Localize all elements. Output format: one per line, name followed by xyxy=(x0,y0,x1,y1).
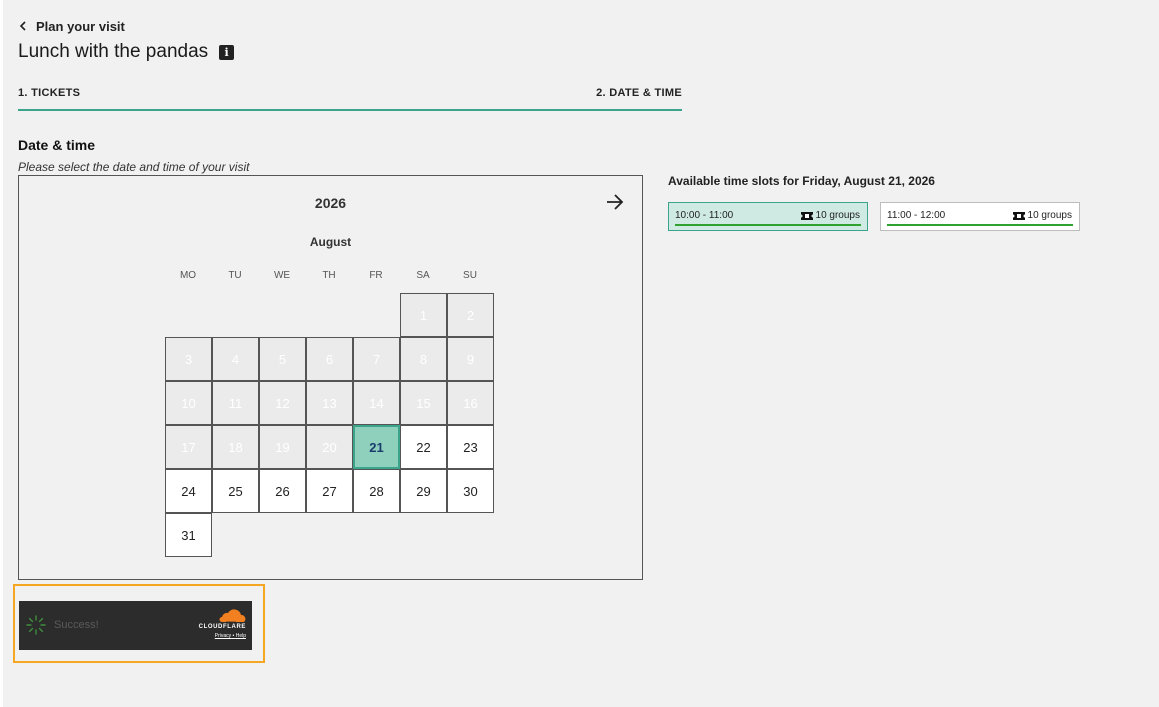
step-tickets[interactable]: 1. TICKETS xyxy=(18,87,80,99)
calendar-day: 15 xyxy=(400,381,447,425)
arrow-right-icon[interactable] xyxy=(605,193,625,211)
cloudflare-logo: CLOUDFLARE Privacy • Help xyxy=(186,608,246,639)
calendar-day: 4 xyxy=(212,337,259,381)
calendar-day: 2 xyxy=(447,293,494,337)
calendar-day: 7 xyxy=(353,337,400,381)
time-slots-title: Available time slots for Friday, August … xyxy=(668,174,935,188)
page-title: Lunch with the pandas xyxy=(18,41,209,62)
calendar-day: 14 xyxy=(353,381,400,425)
time-slot[interactable]: 11:00 - 12:00 10 groups xyxy=(880,202,1080,231)
ticket-icon xyxy=(1012,211,1025,220)
privacy-link[interactable]: Privacy xyxy=(215,633,231,639)
slot-groups: 10 groups xyxy=(1027,210,1072,221)
weekday-label: TH xyxy=(322,270,336,281)
calendar-day: 18 xyxy=(212,425,259,469)
calendar-day: 11 xyxy=(212,381,259,425)
captcha-status: Success! xyxy=(54,619,99,631)
weekday-label: WE xyxy=(273,270,291,281)
spinner-icon xyxy=(26,615,46,635)
calendar-month: August xyxy=(309,235,352,249)
calendar: 2026 August MO TU WE TH FR SA SU 1 2 3 4 5 6 7 8 9 10 11… xyxy=(18,175,643,580)
calendar-day[interactable]: 29 xyxy=(400,469,447,513)
calendar-day[interactable]: 22 xyxy=(400,425,447,469)
weekday-label: MO xyxy=(179,270,197,281)
captcha-links: Privacy • Help xyxy=(186,633,246,639)
step-date-time[interactable]: 2. DATE & TIME xyxy=(596,87,682,99)
calendar-day[interactable]: 25 xyxy=(212,469,259,513)
calendar-day-selected[interactable]: 21 xyxy=(353,425,400,469)
back-link[interactable]: Plan your visit xyxy=(18,17,125,35)
calendar-day[interactable]: 23 xyxy=(447,425,494,469)
calendar-day: 8 xyxy=(400,337,447,381)
weekday-label: SA xyxy=(416,270,430,281)
calendar-day: 1 xyxy=(400,293,447,337)
slot-groups: 10 groups xyxy=(815,210,860,221)
back-label: Plan your visit xyxy=(36,18,125,34)
slot-time: 11:00 - 12:00 xyxy=(887,210,946,221)
calendar-day: 6 xyxy=(306,337,353,381)
time-slot[interactable]: 10:00 - 11:00 10 groups xyxy=(668,202,868,231)
cloudflare-brand: CLOUDFLARE xyxy=(198,624,246,630)
calendar-day: 13 xyxy=(306,381,353,425)
info-icon[interactable]: i xyxy=(219,44,235,60)
section-title: Date & time xyxy=(18,137,96,153)
title-row: Lunch with the pandas i xyxy=(18,41,235,63)
calendar-day[interactable]: 26 xyxy=(259,469,306,513)
cloudflare-widget: Success! CLOUDFLARE Privacy • Help xyxy=(19,601,252,650)
calendar-day: 16 xyxy=(447,381,494,425)
help-link[interactable]: Help xyxy=(236,633,246,639)
slot-capacity: 10 groups xyxy=(1012,210,1072,221)
slot-availability-bar xyxy=(887,224,1073,226)
slot-time: 10:00 - 11:00 xyxy=(675,210,734,221)
link-separator: • xyxy=(232,633,235,639)
slot-capacity: 10 groups xyxy=(800,210,860,221)
ticket-icon xyxy=(800,211,813,220)
slot-availability-bar xyxy=(675,224,861,226)
calendar-day[interactable]: 24 xyxy=(165,469,212,513)
calendar-day: 12 xyxy=(259,381,306,425)
calendar-day: 20 xyxy=(306,425,353,469)
steps-bar: 1. TICKETS 2. DATE & TIME xyxy=(18,80,682,111)
calendar-day[interactable]: 31 xyxy=(165,513,212,557)
weekday-label: TU xyxy=(228,270,242,281)
calendar-day[interactable]: 27 xyxy=(306,469,353,513)
calendar-day: 3 xyxy=(165,337,212,381)
calendar-day[interactable]: 30 xyxy=(447,469,494,513)
weekday-label: SU xyxy=(463,270,477,281)
calendar-day: 9 xyxy=(447,337,494,381)
calendar-day: 10 xyxy=(165,381,212,425)
calendar-day: 5 xyxy=(259,337,306,381)
calendar-day: 19 xyxy=(259,425,306,469)
cloud-icon xyxy=(219,609,246,623)
calendar-day: 17 xyxy=(165,425,212,469)
calendar-day[interactable]: 28 xyxy=(353,469,400,513)
section-subtitle: Please select the date and time of your … xyxy=(18,160,250,174)
weekday-label: FR xyxy=(369,270,383,281)
calendar-year: 2026 xyxy=(314,195,347,211)
chevron-left-icon xyxy=(19,21,26,31)
